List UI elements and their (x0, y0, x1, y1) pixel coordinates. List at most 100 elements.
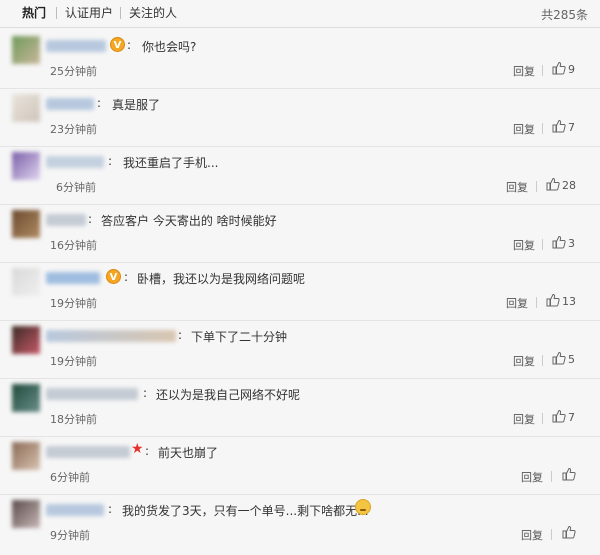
colon: : (108, 502, 113, 516)
comment-item: : 我的货发了3天，只有一个单号...剩下啥都无... 9分钟前 回复 (0, 494, 600, 552)
thumbs-up-icon (552, 235, 566, 249)
avatar[interactable] (12, 152, 40, 180)
comment-item: : 下单下了二十分钟 19分钟前 回复 5 (0, 320, 600, 379)
thumbs-up-icon (546, 177, 560, 191)
username[interactable] (46, 272, 100, 284)
comment-time: 18分钟前 (50, 413, 97, 426)
action-divider (536, 181, 537, 192)
verified-badge-icon: V (110, 37, 125, 52)
like-count: 28 (562, 179, 576, 192)
thumbs-up-icon (562, 467, 576, 481)
reply-button[interactable]: 回复 (513, 121, 535, 137)
comment-text: 我的货发了3天，只有一个单号...剩下啥都无... (122, 504, 369, 518)
reply-button[interactable]: 回复 (506, 295, 528, 311)
reply-button[interactable]: 回复 (521, 469, 543, 485)
action-divider (551, 529, 552, 540)
username[interactable] (46, 504, 104, 516)
reply-button[interactable]: 回复 (513, 353, 535, 369)
username[interactable] (46, 388, 138, 400)
tab-hot[interactable]: 热门 (22, 6, 46, 20)
comment-time: 19分钟前 (50, 355, 97, 368)
comment-time: 16分钟前 (50, 239, 97, 252)
action-divider (542, 123, 543, 134)
colon: : (127, 38, 132, 52)
colon: : (145, 444, 150, 458)
colon: : (143, 386, 148, 400)
action-divider (551, 471, 552, 482)
reply-button[interactable]: 回复 (513, 237, 535, 253)
action-divider (536, 297, 537, 308)
reply-button[interactable]: 回复 (506, 179, 528, 195)
comment-time: 6分钟前 (50, 471, 90, 484)
verified-badge-icon: V (106, 269, 121, 284)
avatar[interactable] (12, 268, 40, 296)
colon: : (178, 328, 183, 342)
like-count: 5 (568, 353, 575, 366)
like-count: 9 (568, 63, 575, 76)
comment-item: : 还以为是我自己网络不好呢 18分钟前 回复 7 (0, 378, 600, 437)
avatar[interactable] (12, 326, 40, 354)
like-count: 13 (562, 295, 576, 308)
avatar[interactable] (12, 384, 40, 412)
thumbs-up-icon (552, 61, 566, 75)
comment-text: 你也会吗? (142, 40, 197, 54)
comment-item: V : 你也会吗? 25分钟前 回复 9 (0, 30, 600, 89)
colon: : (97, 96, 102, 110)
action-divider (542, 65, 543, 76)
action-divider (542, 355, 543, 366)
username[interactable] (46, 330, 176, 342)
action-divider (542, 413, 543, 424)
comment-text: 前天也崩了 (158, 446, 219, 460)
comment-item: : 答应客户 今天寄出的 啥时候能好 16分钟前 回复 3 (0, 204, 600, 263)
comment-text: 答应客户 今天寄出的 啥时候能好 (101, 214, 277, 228)
comment-time: 9分钟前 (50, 529, 90, 542)
reply-button[interactable]: 回复 (513, 63, 535, 79)
tab-following[interactable]: 关注的人 (129, 6, 177, 20)
thumbs-up-icon (546, 293, 560, 307)
comment-item: : 真是服了 23分钟前 回复 7 (0, 88, 600, 147)
avatar[interactable] (12, 500, 40, 528)
action-divider (542, 239, 543, 250)
comment-time: 6分钟前 (56, 181, 96, 194)
comment-time: 19分钟前 (50, 297, 97, 310)
comment-item: V : 卧槽，我还以为是我网络问题呢 19分钟前 回复 13 (0, 262, 600, 321)
reply-button[interactable]: 回复 (521, 527, 543, 543)
comment-item: : 我还重启了手机... 6分钟前 回复 28 (0, 146, 600, 205)
comment-filter-tabs: 热门 认证用户 关注的人 共285条 (0, 0, 600, 28)
like-count: 7 (568, 121, 575, 134)
tab-divider (120, 7, 121, 19)
reply-button[interactable]: 回复 (513, 411, 535, 427)
username[interactable] (46, 98, 94, 110)
comment-panel: 热门 认证用户 关注的人 共285条 V : 你也会吗? 25分钟前 回复 9 … (0, 0, 600, 555)
comment-item: ★ : 前天也崩了 6分钟前 回复 (0, 436, 600, 495)
like-count: 7 (568, 411, 575, 424)
like-count: 3 (568, 237, 575, 250)
tab-verified-users[interactable]: 认证用户 (65, 6, 113, 20)
comment-total-count: 共285条 (541, 8, 588, 22)
thumbs-up-icon (552, 119, 566, 133)
username[interactable] (46, 156, 104, 168)
avatar[interactable] (12, 94, 40, 122)
thumbs-up-icon (552, 351, 566, 365)
avatar[interactable] (12, 210, 40, 238)
comment-text: 还以为是我自己网络不好呢 (156, 388, 301, 402)
star-badge-icon: ★ (131, 441, 144, 457)
username[interactable] (46, 40, 106, 52)
username[interactable] (46, 446, 130, 458)
colon: : (124, 270, 129, 284)
thumbs-up-icon (562, 525, 576, 539)
comment-text: 真是服了 (112, 98, 161, 112)
tab-divider (56, 7, 57, 19)
comment-text: 卧槽，我还以为是我网络问题呢 (137, 272, 306, 286)
smiley-emoji-icon (355, 499, 371, 515)
comment-time: 25分钟前 (50, 65, 97, 78)
avatar[interactable] (12, 442, 40, 470)
colon: : (88, 212, 93, 226)
comment-text: 下单下了二十分钟 (191, 330, 288, 344)
avatar[interactable] (12, 36, 40, 64)
thumbs-up-icon (552, 409, 566, 423)
username[interactable] (46, 214, 86, 226)
comment-text: 我还重启了手机... (123, 156, 219, 170)
comment-time: 23分钟前 (50, 123, 97, 136)
colon: : (108, 154, 113, 168)
